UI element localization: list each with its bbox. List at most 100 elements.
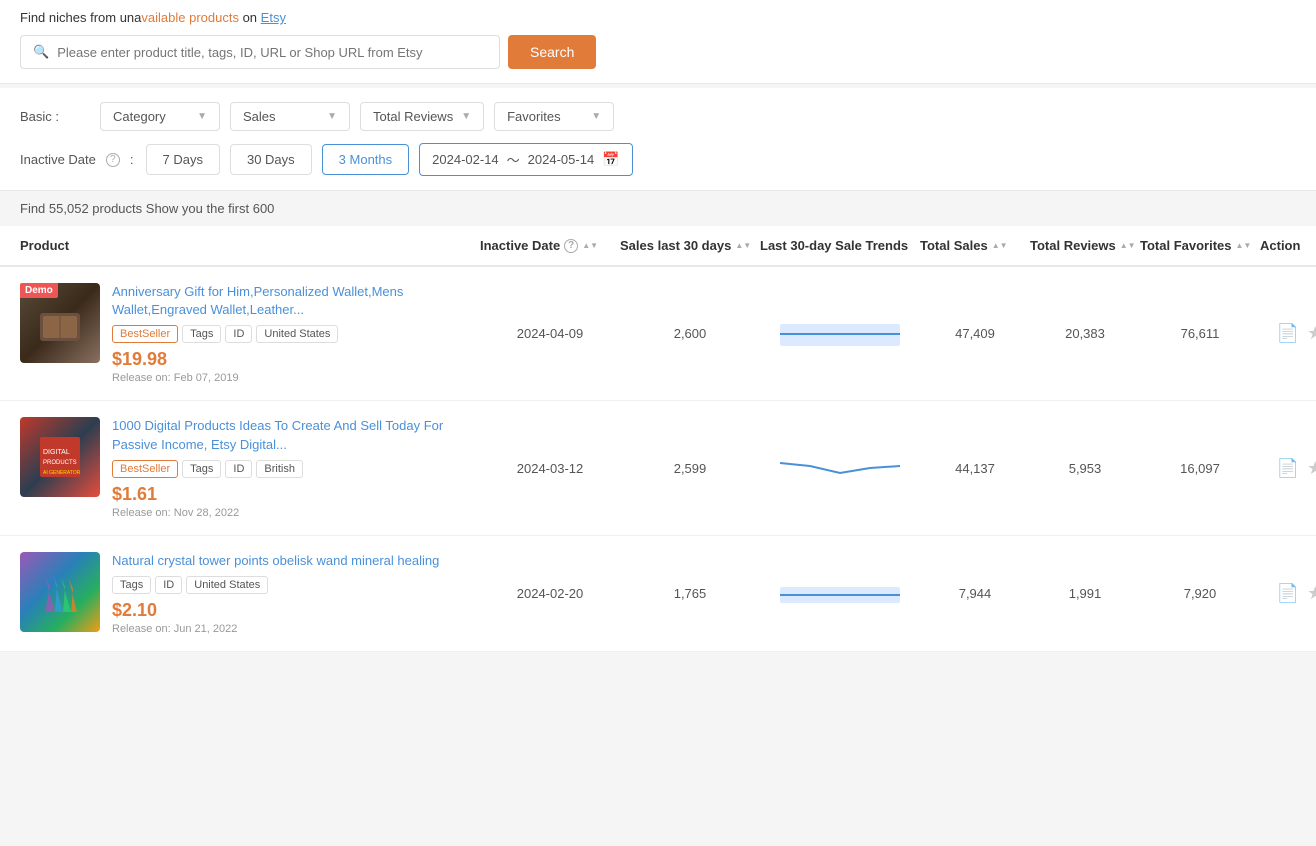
product-image-box: DIGITALPRODUCTSAI GENERATOR: [20, 417, 100, 497]
inactive-date-cell: 2024-03-12: [480, 461, 620, 476]
trend-chart-cell: [760, 314, 920, 354]
product-price: $2.10: [112, 600, 480, 621]
sort-icon[interactable]: ▲▼: [582, 241, 598, 250]
product-info: Natural crystal tower points obelisk wan…: [112, 552, 480, 635]
tag-id: ID: [155, 576, 182, 594]
inactive-date-cell: 2024-02-20: [480, 586, 620, 601]
col-total-sales[interactable]: Total Sales ▲▼: [920, 238, 1030, 253]
trend-chart-cell: [760, 448, 920, 488]
3-months-button[interactable]: 3 Months: [322, 144, 409, 175]
basic-filter-row: Basic : Category ▼ Sales ▼ Total Reviews…: [20, 102, 1296, 131]
total-reviews-dropdown[interactable]: Total Reviews ▼: [360, 102, 484, 131]
product-image-box: [20, 552, 100, 632]
results-bar: Find 55,052 products Show you the first …: [0, 191, 1316, 226]
chevron-down-icon: ▼: [327, 111, 337, 122]
total-favorites-cell: 7,920: [1140, 586, 1260, 601]
tag-british: British: [256, 460, 303, 478]
table-row: DIGITALPRODUCTSAI GENERATOR 1000 Digital…: [0, 401, 1316, 535]
col-total-reviews[interactable]: Total Reviews ▲▼: [1030, 238, 1140, 253]
search-button[interactable]: Search: [508, 35, 596, 69]
table-row: Natural crystal tower points obelisk wan…: [0, 536, 1316, 652]
inactive-date-cell: 2024-04-09: [480, 326, 620, 341]
sort-icon[interactable]: ▲▼: [1236, 241, 1252, 250]
action-cell: 📄 ★: [1260, 583, 1316, 604]
date-tilde: ～: [507, 150, 520, 169]
7-days-button[interactable]: 7 Days: [146, 144, 220, 175]
category-dropdown[interactable]: Category ▼: [100, 102, 220, 131]
product-cell: Natural crystal tower points obelisk wan…: [20, 552, 480, 635]
total-sales-cell: 47,409: [920, 326, 1030, 341]
sales-30-cell: 2,599: [620, 461, 760, 476]
results-show: Show you the first: [142, 201, 253, 216]
filter-bar: Basic : Category ▼ Sales ▼ Total Reviews…: [0, 88, 1316, 191]
sales-dropdown[interactable]: Sales ▼: [230, 102, 350, 131]
results-shown: 600: [253, 201, 275, 216]
product-title[interactable]: 1000 Digital Products Ideas To Create An…: [112, 417, 480, 453]
tag-country: United States: [186, 576, 268, 594]
search-box: 🔍: [20, 35, 500, 69]
date-from: 2024-02-14: [432, 152, 499, 167]
product-title[interactable]: Natural crystal tower points obelisk wan…: [112, 552, 480, 570]
tags-row: BestSeller Tags ID British: [112, 460, 480, 478]
tag-bestseller: BestSeller: [112, 460, 178, 478]
report-icon[interactable]: 📄: [1277, 323, 1299, 344]
tags-row: Tags ID United States: [112, 576, 480, 594]
sort-icon[interactable]: ▲▼: [735, 241, 751, 250]
favorites-label: Favorites: [507, 109, 560, 124]
help-icon[interactable]: ?: [564, 239, 578, 253]
inactive-label: Inactive Date: [20, 152, 96, 167]
total-reviews-cell: 1,991: [1030, 586, 1140, 601]
product-title[interactable]: Anniversary Gift for Him,Personalized Wa…: [112, 283, 480, 319]
action-cell: 📄 ★: [1260, 323, 1316, 344]
help-icon[interactable]: ?: [106, 153, 120, 167]
favorites-dropdown[interactable]: Favorites ▼: [494, 102, 614, 131]
col-product: Product: [20, 238, 480, 253]
chevron-down-icon: ▼: [197, 111, 207, 122]
col-total-favorites[interactable]: Total Favorites ▲▼: [1140, 238, 1260, 253]
col-sales-30[interactable]: Sales last 30 days ▲▼: [620, 238, 760, 253]
tag-tags: Tags: [182, 460, 221, 478]
date-range-picker[interactable]: 2024-02-14 ～ 2024-05-14 📅: [419, 143, 632, 176]
colon: :: [130, 152, 134, 167]
svg-text:PRODUCTS: PRODUCTS: [43, 460, 77, 466]
tags-row: BestSeller Tags ID United States: [112, 325, 480, 343]
total-favorites-cell: 16,097: [1140, 461, 1260, 476]
tagline: Find niches from unavailable products on…: [20, 10, 1296, 25]
product-cell: Demo Anniversary Gift for Him,Personaliz…: [20, 283, 480, 384]
sort-icon[interactable]: ▲▼: [1120, 241, 1136, 250]
product-price: $1.61: [112, 484, 480, 505]
total-reviews-cell: 5,953: [1030, 461, 1140, 476]
sort-icon[interactable]: ▲▼: [992, 241, 1008, 250]
category-label: Category: [113, 109, 166, 124]
tagline-find: Find niches from una: [20, 10, 141, 25]
search-input[interactable]: [57, 45, 487, 60]
col-action: Action: [1260, 238, 1316, 253]
date-to: 2024-05-14: [528, 152, 595, 167]
tagline-on: on: [239, 10, 261, 25]
report-icon[interactable]: 📄: [1277, 458, 1299, 479]
product-info: Anniversary Gift for Him,Personalized Wa…: [112, 283, 480, 384]
results-count: 55,052: [49, 201, 89, 216]
svg-text:AI GENERATOR: AI GENERATOR: [43, 470, 81, 476]
30-days-button[interactable]: 30 Days: [230, 144, 312, 175]
col-inactive-date[interactable]: Inactive Date ? ▲▼: [480, 238, 620, 253]
favorite-icon[interactable]: ★: [1307, 458, 1316, 479]
report-icon[interactable]: 📄: [1277, 583, 1299, 604]
tag-country: United States: [256, 325, 338, 343]
favorite-icon[interactable]: ★: [1307, 583, 1316, 604]
favorite-icon[interactable]: ★: [1307, 323, 1316, 344]
release-date: Release on: Nov 28, 2022: [112, 507, 480, 519]
search-row: 🔍 Search: [20, 35, 1296, 69]
demo-badge: Demo: [20, 283, 58, 298]
release-date: Release on: Feb 07, 2019: [112, 372, 480, 384]
tagline-highlight: vailable products: [141, 10, 239, 25]
action-cell: 📄 ★: [1260, 458, 1316, 479]
col-sale-trends: Last 30-day Sale Trends: [760, 238, 920, 253]
tag-id: ID: [225, 460, 252, 478]
total-reviews-cell: 20,383: [1030, 326, 1140, 341]
calendar-icon: 📅: [602, 151, 619, 168]
total-sales-cell: 7,944: [920, 586, 1030, 601]
product-price: $19.98: [112, 349, 480, 370]
inactive-date-row: Inactive Date ? : 7 Days 30 Days 3 Month…: [20, 143, 1296, 176]
tag-bestseller: BestSeller: [112, 325, 178, 343]
